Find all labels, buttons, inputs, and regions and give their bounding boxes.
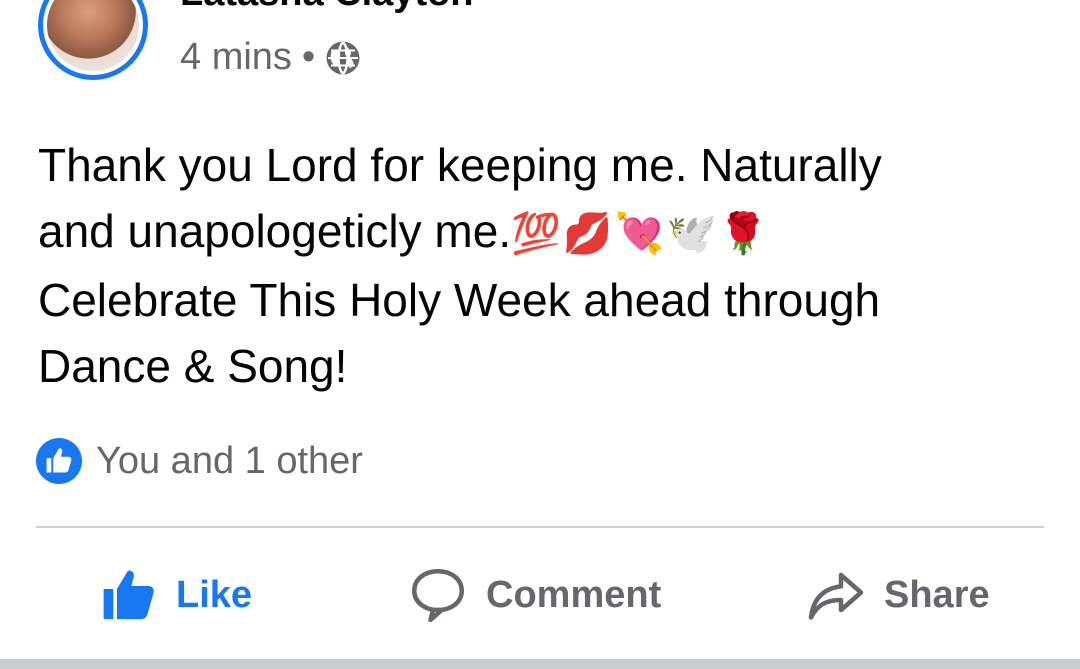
post-text-line: Dance & Song!	[38, 340, 348, 392]
emoji-group: 💯💋💘🕊️🌹	[511, 212, 771, 256]
globe-icon[interactable]	[325, 40, 361, 76]
comment-icon	[412, 569, 464, 623]
post-text-line: and unapologeticly me.	[38, 205, 512, 257]
comment-label: Comment	[486, 573, 662, 616]
like-label: Like	[176, 573, 253, 616]
meta-separator: •	[301, 36, 316, 78]
reactions-summary[interactable]: You and 1 other	[36, 438, 363, 484]
avatar-image	[47, 0, 139, 71]
divider	[36, 526, 1044, 528]
post-text-line: Celebrate This Holy Week ahead through	[38, 274, 881, 326]
author-name[interactable]: Latasha Clayton	[180, 0, 474, 15]
share-icon	[808, 572, 864, 620]
reactions-text: You and 1 other	[96, 439, 363, 482]
post-timestamp[interactable]: 4 mins	[180, 36, 292, 79]
share-label: Share	[884, 573, 990, 616]
action-bar: Like Comment Share	[0, 560, 1080, 630]
comment-button[interactable]: Comment	[408, 560, 661, 630]
post-meta: 4 mins •	[180, 36, 361, 79]
post-text-line: Thank you Lord for keeping me. Naturally	[38, 139, 882, 191]
avatar[interactable]	[38, 0, 148, 80]
like-badge-icon	[36, 438, 82, 484]
post-text-line-with-emojis: and unapologeticly me.💯💋💘🕊️🌹	[38, 198, 1038, 267]
like-button[interactable]: Like	[100, 560, 252, 630]
thumbs-up-icon	[103, 570, 154, 620]
feed-separator	[0, 659, 1080, 669]
share-button[interactable]: Share	[806, 560, 990, 630]
post-text: Thank you Lord for keeping me. Naturally…	[38, 132, 1038, 399]
